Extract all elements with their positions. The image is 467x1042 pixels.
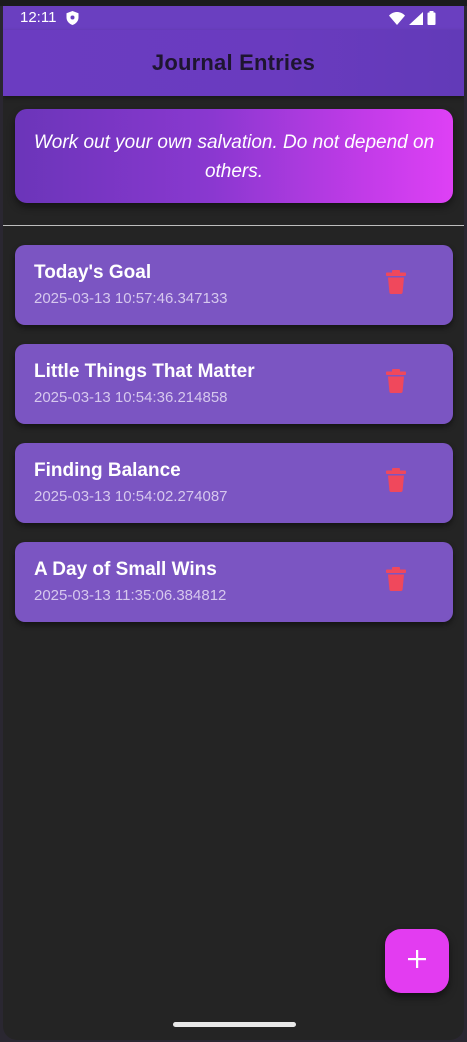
app-bar: Journal Entries [3, 30, 464, 96]
entry-list: Today's Goal 2025-03-13 10:57:46.347133 … [15, 245, 453, 641]
plus-icon [408, 949, 426, 973]
trash-icon [386, 467, 406, 497]
quote-card: Work out your own salvation. Do not depe… [15, 109, 453, 203]
status-icons [389, 11, 436, 30]
entry-date: 2025-03-13 10:54:02.274087 [34, 488, 228, 505]
trash-icon [386, 566, 406, 596]
entry-title: Today's Goal [34, 262, 152, 283]
divider [3, 225, 464, 226]
delete-button[interactable] [381, 368, 411, 398]
entry-title: A Day of Small Wins [34, 559, 217, 580]
signal-icon [409, 11, 423, 30]
entry-date: 2025-03-13 11:35:06.384812 [34, 587, 227, 604]
entry-card[interactable]: Today's Goal 2025-03-13 10:57:46.347133 [15, 245, 453, 325]
shield-icon [66, 11, 79, 25]
trash-icon [386, 368, 406, 398]
entry-card[interactable]: A Day of Small Wins 2025-03-13 11:35:06.… [15, 542, 453, 622]
home-indicator[interactable] [173, 1022, 296, 1027]
status-time: 12:11 [20, 9, 57, 26]
delete-button[interactable] [381, 566, 411, 596]
delete-button[interactable] [381, 269, 411, 299]
app-screen: 12:11 Journal Entries Work out your own … [3, 6, 464, 1040]
trash-icon [386, 269, 406, 299]
entry-date: 2025-03-13 10:57:46.347133 [34, 290, 228, 307]
entry-card[interactable]: Little Things That Matter 2025-03-13 10:… [15, 344, 453, 424]
page-title: Journal Entries [151, 50, 316, 75]
entry-date: 2025-03-13 10:54:36.214858 [34, 389, 228, 406]
delete-button[interactable] [381, 467, 411, 497]
entry-title: Little Things That Matter [34, 361, 255, 382]
status-bar: 12:11 [3, 6, 464, 30]
battery-icon [427, 11, 436, 30]
wifi-icon [389, 11, 405, 30]
entry-card[interactable]: Finding Balance 2025-03-13 10:54:02.2740… [15, 443, 453, 523]
quote-text: Work out your own salvation. Do not depe… [33, 132, 435, 182]
entry-title: Finding Balance [34, 460, 181, 481]
add-entry-button[interactable] [385, 929, 449, 993]
